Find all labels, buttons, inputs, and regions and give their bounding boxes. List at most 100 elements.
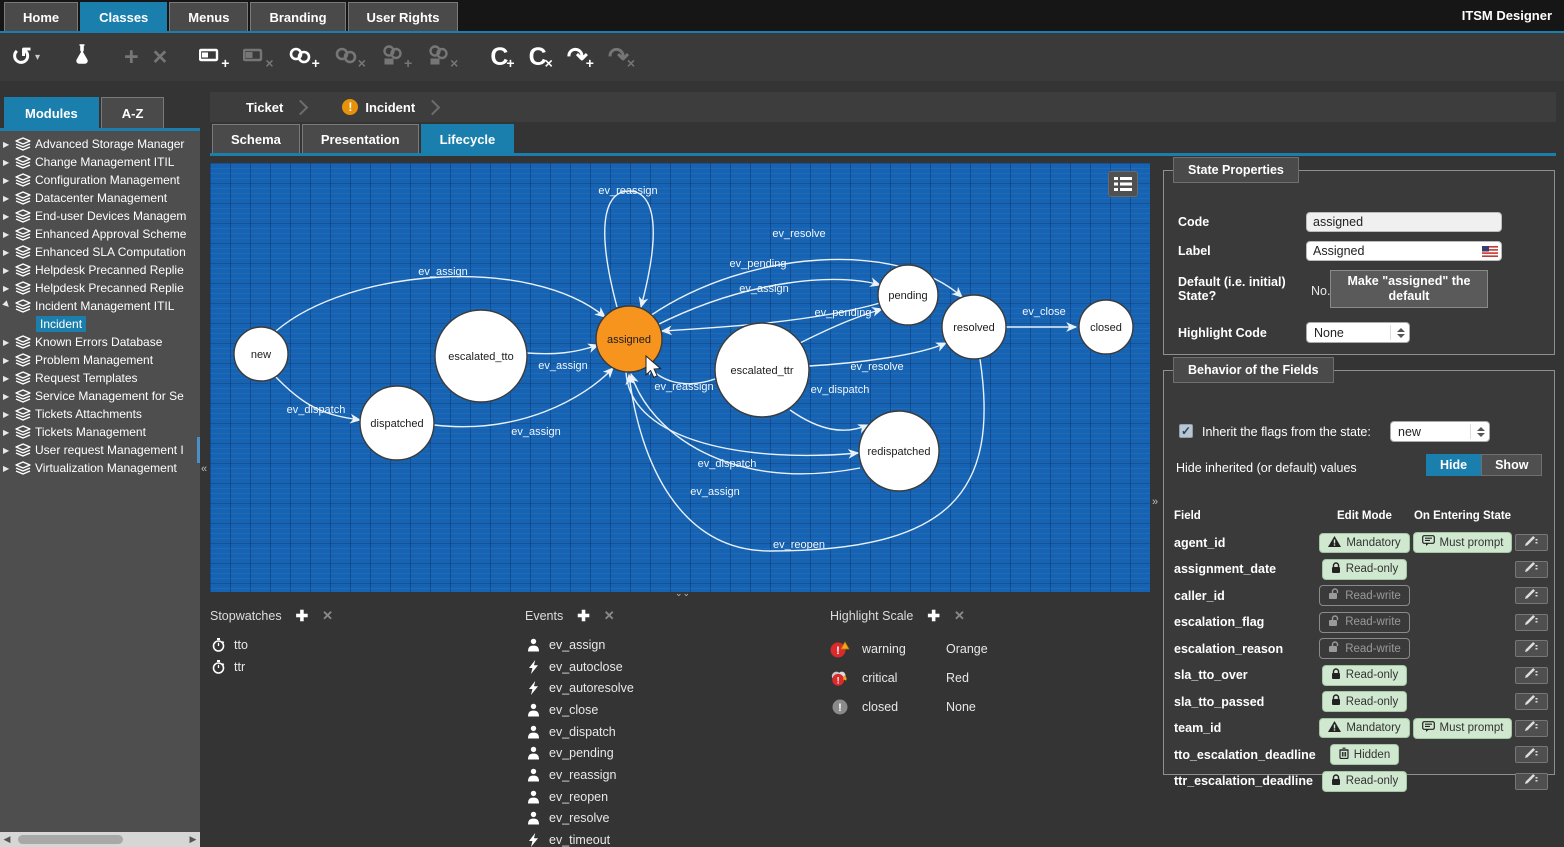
scrollbar-thumb[interactable] xyxy=(18,835,123,844)
event-item-ev_reopen[interactable]: ev_reopen xyxy=(525,786,815,808)
events-delete-icon[interactable]: ✕ xyxy=(604,608,615,624)
inherit-state-select[interactable]: new xyxy=(1390,421,1490,442)
make-default-button[interactable]: Make "assigned" the default xyxy=(1330,270,1488,308)
module-item-enhanced-sla-computation[interactable]: ▶Enhanced SLA Computation xyxy=(0,243,200,261)
edit-field-button-tto_escalation_deadline[interactable] xyxy=(1515,746,1548,763)
collapse-arrow-icon[interactable]: ▶ xyxy=(3,230,15,239)
edit-field-button-sla_tto_passed[interactable] xyxy=(1515,693,1548,710)
add-state-button[interactable]: C+ xyxy=(487,43,517,71)
left-splitter-collapse[interactable]: « xyxy=(201,463,207,475)
event-item-ev_autoresolve[interactable]: ev_autoresolve xyxy=(525,677,815,699)
highlight-code-select[interactable]: None xyxy=(1306,322,1410,343)
collapse-arrow-icon[interactable]: ▶ xyxy=(3,194,15,203)
delete-state-button[interactable]: C× xyxy=(526,43,556,71)
language-flag-icon[interactable] xyxy=(1482,246,1498,257)
hide-button[interactable]: Hide xyxy=(1426,454,1481,476)
dropdown-caret-icon[interactable]: ▾ xyxy=(35,52,40,63)
transition-ev_reassign-assigned-assigned[interactable] xyxy=(605,191,653,307)
collapse-arrow-icon[interactable]: ▶ xyxy=(3,248,15,257)
add-transition-button[interactable]: ↷+ xyxy=(564,43,597,71)
right-splitter-expand[interactable]: » xyxy=(1152,496,1158,508)
edit-field-button-ttr_escalation_deadline[interactable] xyxy=(1515,773,1548,790)
test-datamodel-button[interactable] xyxy=(69,41,95,73)
highlight-item-critical[interactable]: !criticalRed xyxy=(830,663,1160,692)
module-item-enhanced-approval-scheme[interactable]: ▶Enhanced Approval Scheme xyxy=(0,225,200,243)
module-item-end-user-devices-managem[interactable]: ▶End-user Devices Managem xyxy=(0,207,200,225)
inherit-flags-checkbox[interactable]: ✓ xyxy=(1179,424,1193,438)
module-item-datacenter-management[interactable]: ▶Datacenter Management xyxy=(0,189,200,207)
edit-field-button-escalation_flag[interactable] xyxy=(1515,614,1548,631)
event-item-ev_timeout[interactable]: ev_timeout xyxy=(525,829,815,847)
module-item-change-management-itil[interactable]: ▶Change Management ITIL xyxy=(0,153,200,171)
sidebar-horizontal-scrollbar[interactable]: ◀ ▶ xyxy=(0,832,200,847)
module-item-virtualization-management[interactable]: ▶Virtualization Management xyxy=(0,459,200,477)
scroll-right-arrow-icon[interactable]: ▶ xyxy=(186,834,200,845)
collapse-arrow-icon[interactable]: ▶ xyxy=(3,446,15,455)
event-item-ev_autoclose[interactable]: ev_autoclose xyxy=(525,656,815,678)
add-field-button[interactable]: + xyxy=(196,43,232,71)
transition-ev_assign-new-assigned[interactable] xyxy=(276,277,605,331)
collapse-arrow-icon[interactable]: ▶ xyxy=(3,266,15,275)
transition-ev_assign-escalated_tto-assigned[interactable] xyxy=(527,345,598,354)
highlight-item-closed[interactable]: !closedNone xyxy=(830,692,1160,721)
add-link-button[interactable]: + xyxy=(285,43,323,71)
event-item-ev_reassign[interactable]: ev_reassign xyxy=(525,764,815,786)
nav-tab-user-rights[interactable]: User Rights xyxy=(348,2,459,31)
show-button[interactable]: Show xyxy=(1481,454,1542,476)
sidebar-tab-a-z[interactable]: A-Z xyxy=(101,97,165,128)
module-item-incident-management-itil[interactable]: ▶Incident Management ITIL xyxy=(0,297,200,315)
collapse-arrow-icon[interactable]: ▶ xyxy=(3,158,15,167)
code-input[interactable] xyxy=(1306,212,1502,232)
module-item-problem-management[interactable]: ▶Problem Management xyxy=(0,351,200,369)
collapse-arrow-icon[interactable]: ▶ xyxy=(3,338,15,347)
module-item-known-errors-database[interactable]: ▶Known Errors Database xyxy=(0,333,200,351)
collapse-arrow-icon[interactable]: ▶ xyxy=(3,176,15,185)
event-item-ev_close[interactable]: ev_close xyxy=(525,699,815,721)
stopwatch-item-ttr[interactable]: ttr xyxy=(210,656,510,678)
tab-presentation[interactable]: Presentation xyxy=(302,124,419,153)
module-item-tickets-management[interactable]: ▶Tickets Management xyxy=(0,423,200,441)
module-item-user-request-management-i[interactable]: ▶User request Management I xyxy=(0,441,200,459)
edit-field-button-agent_id[interactable] xyxy=(1515,534,1548,551)
tab-schema[interactable]: Schema xyxy=(212,124,300,153)
events-add-icon[interactable]: ✚ xyxy=(577,607,590,625)
highlight-scale-delete-icon[interactable]: ✕ xyxy=(954,608,965,624)
module-item-helpdesk-precanned-replie[interactable]: ▶Helpdesk Precanned Replie xyxy=(0,279,200,297)
edit-field-button-assignment_date[interactable] xyxy=(1515,561,1548,578)
edit-field-button-team_id[interactable] xyxy=(1515,720,1548,737)
collapse-arrow-icon[interactable]: ▶ xyxy=(3,284,15,293)
collapse-arrow-icon[interactable]: ▶ xyxy=(3,212,15,221)
collapse-arrow-icon[interactable]: ▶ xyxy=(3,140,15,149)
label-input[interactable] xyxy=(1306,241,1502,261)
edit-field-button-caller_id[interactable] xyxy=(1515,587,1548,604)
nav-tab-branding[interactable]: Branding xyxy=(250,2,345,31)
collapse-arrow-icon[interactable]: ▶ xyxy=(3,464,15,473)
collapse-arrow-icon[interactable]: ▶ xyxy=(3,356,15,365)
sidebar-tab-modules[interactable]: Modules xyxy=(4,97,99,128)
module-item-service-management-for-se[interactable]: ▶Service Management for Se xyxy=(0,387,200,405)
stopwatches-delete-icon[interactable]: ✕ xyxy=(322,608,333,624)
nav-tab-home[interactable]: Home xyxy=(4,2,78,31)
breadcrumb-item-incident[interactable]: !Incident xyxy=(306,99,441,115)
edit-field-button-escalation_reason[interactable] xyxy=(1515,640,1548,657)
stopwatches-add-icon[interactable]: ✚ xyxy=(296,607,309,625)
collapse-arrow-icon[interactable]: ▶ xyxy=(3,392,15,401)
nav-tab-classes[interactable]: Classes xyxy=(80,2,167,31)
scroll-left-arrow-icon[interactable]: ◀ xyxy=(0,834,14,845)
stopwatch-item-tto[interactable]: tto xyxy=(210,634,510,656)
module-item-advanced-storage-manager[interactable]: ▶Advanced Storage Manager xyxy=(0,135,200,153)
collapse-arrow-icon[interactable]: ▶ xyxy=(3,410,15,419)
event-item-ev_assign[interactable]: ev_assign xyxy=(525,634,815,656)
module-item-helpdesk-precanned-replie[interactable]: ▶Helpdesk Precanned Replie xyxy=(0,261,200,279)
nav-tab-menus[interactable]: Menus xyxy=(169,2,248,31)
sidebar-vertical-scrollbar[interactable] xyxy=(197,437,200,463)
event-item-ev_pending[interactable]: ev_pending xyxy=(525,742,815,764)
event-item-ev_resolve[interactable]: ev_resolve xyxy=(525,808,815,830)
edit-field-button-sla_tto_over[interactable] xyxy=(1515,667,1548,684)
module-item-configuration-management[interactable]: ▶Configuration Management xyxy=(0,171,200,189)
highlight-scale-add-icon[interactable]: ✚ xyxy=(927,607,940,625)
collapse-arrow-icon[interactable]: ▶ xyxy=(3,374,15,383)
event-item-ev_dispatch[interactable]: ev_dispatch xyxy=(525,721,815,743)
class-item-incident[interactable]: Incident xyxy=(0,315,200,333)
module-item-tickets-attachments[interactable]: ▶Tickets Attachments xyxy=(0,405,200,423)
